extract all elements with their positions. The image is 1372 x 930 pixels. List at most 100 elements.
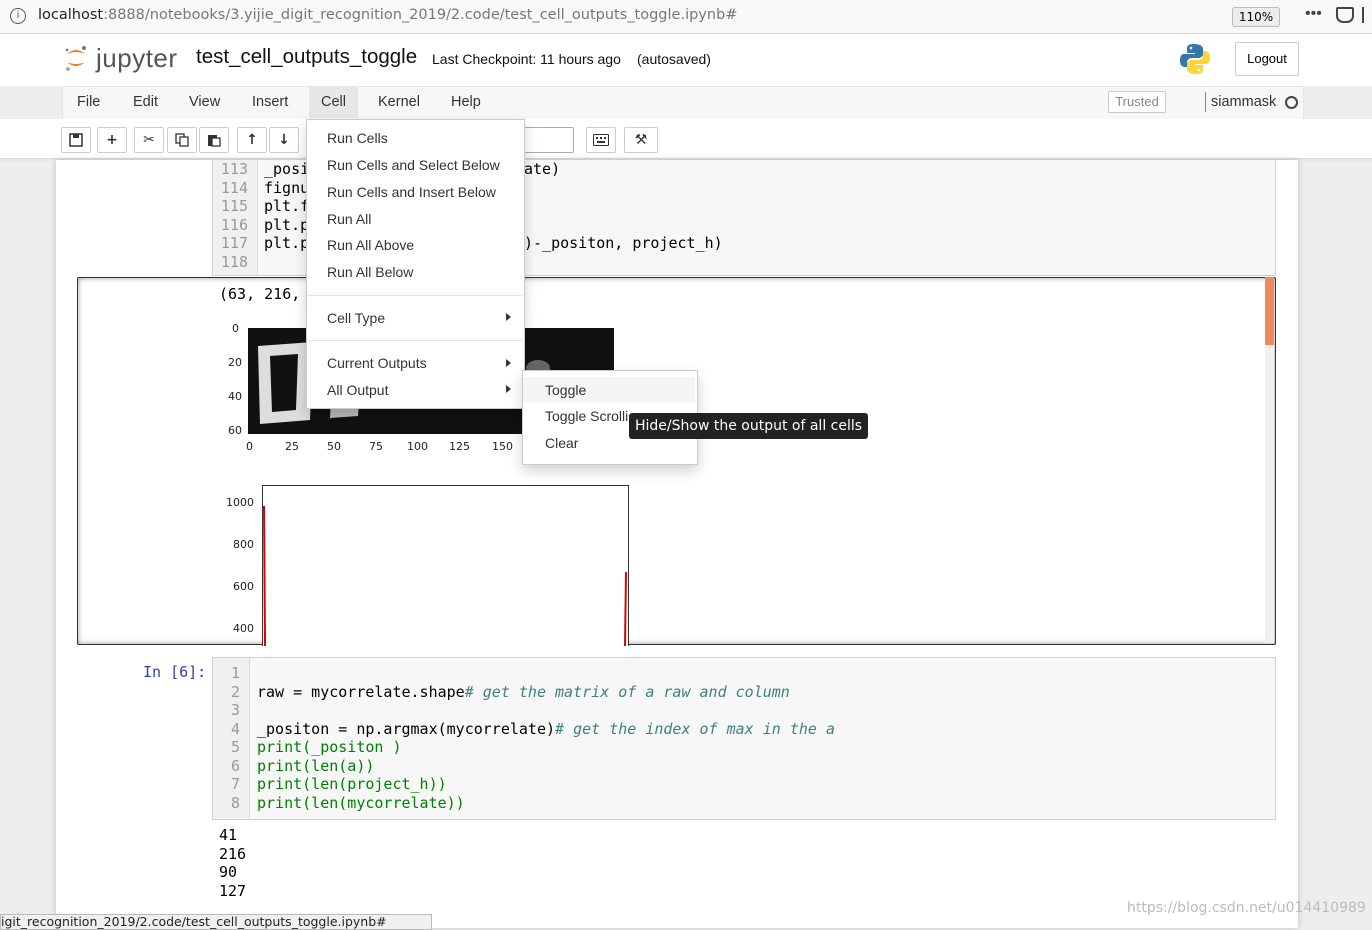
y-tick: 0 [232,322,239,335]
copy-button[interactable] [167,127,197,153]
menu-edit[interactable]: Edit [121,86,170,118]
watermark: https://blog.csdn.net/u014410989 [1127,900,1366,916]
plus-icon: + [106,132,118,148]
y-tick: 600 [233,580,254,593]
line-number: 6 [230,756,240,775]
menu-run-all-below[interactable]: Run All Below [327,264,413,280]
line-number: 8 [230,793,240,812]
notebook-name[interactable]: test_cell_outputs_toggle [196,45,417,69]
menu-cell[interactable]: Cell [309,86,358,118]
cell-type-select[interactable] [522,127,574,153]
x-tick: 0 [246,440,253,453]
y-tick: 800 [233,538,254,551]
checkpoint-status: Last Checkpoint: 11 hours ago [432,51,621,67]
y-tick: 400 [233,622,254,635]
jupyter-logo-icon[interactable] [64,44,88,72]
y-tick: 40 [228,390,242,403]
cut-icon: ✂ [143,132,155,148]
code-line: raw = mycorrelate.shape# get the matrix … [257,683,790,701]
move-down-button[interactable]: ↓ [269,127,299,153]
celltoolbar-button[interactable]: ⚒ [624,127,658,153]
y-tick: 60 [228,424,242,437]
submenu-arrow-icon [506,385,511,393]
output-line: 90 [219,863,238,881]
line-number: 116 [220,215,248,234]
menu-insert[interactable]: Insert [240,86,300,118]
save-button[interactable] [61,127,91,153]
menu-kernel[interactable]: Kernel [366,86,432,118]
code-comment: # get the matrix of a raw and column [464,683,790,701]
trusted-indicator[interactable]: Trusted [1108,91,1166,113]
output-scrollbar-thumb[interactable] [1265,277,1274,345]
hammer-icon: ⚒ [634,132,648,148]
code-line: print(len(mycorrelate)) [257,794,465,812]
kernel-idle-icon [1285,96,1298,109]
code-comment: # get the index of max in the a [555,720,835,738]
y-tick: 20 [228,356,242,369]
url-field[interactable]: localhost:8888/notebooks/3.yijie_digit_r… [38,7,737,23]
x-tick: 100 [407,440,428,453]
submenu-clear[interactable]: Clear [545,435,578,451]
save-icon [69,133,83,147]
input-prompt: In [6]: [143,663,207,681]
insert-cell-button[interactable]: + [97,127,127,153]
output-text: (63, 216, [219,285,301,303]
site-info-icon[interactable]: i [10,8,26,24]
copy-icon [175,133,189,147]
code-line: print(_positon ) [257,738,402,756]
menu-cell-type[interactable]: Cell Type [327,310,385,326]
command-palette-button[interactable] [586,127,616,153]
line-number: 5 [230,738,240,756]
zoom-level-badge[interactable]: 110% [1232,7,1280,27]
line-number: 117 [220,234,248,252]
code-line-tail: ate) [524,160,561,178]
kernel-name[interactable]: siammask [1211,94,1276,110]
menu-current-outputs[interactable]: Current Outputs [327,355,427,371]
x-tick: 150 [492,440,513,453]
line-number: 114 [220,178,248,197]
submenu-toggle[interactable]: Toggle [545,382,586,398]
pocket-icon[interactable] [1336,7,1354,23]
submenu-toggle-scrolling[interactable]: Toggle Scrolli [545,408,629,424]
submenu-arrow-icon [506,313,511,321]
menu-divider [307,340,522,341]
cut-button[interactable]: ✂ [134,127,164,153]
page-actions-icon[interactable]: ••• [1305,5,1322,23]
menu-run-cells-select-below[interactable]: Run Cells and Select Below [327,157,500,173]
autosave-status: (autosaved) [637,51,711,67]
logout-button[interactable]: Logout [1235,42,1299,76]
code-text: raw = mycorrelate.shape [257,683,465,701]
menu-run-all-above[interactable]: Run All Above [327,237,414,253]
menu-view[interactable]: View [177,86,232,118]
arrow-down-icon: ↓ [278,132,290,148]
menu-run-cells-insert-below[interactable]: Run Cells and Insert Below [327,184,496,200]
jupyter-logo-text[interactable]: jupyter [96,43,178,74]
submenu-arrow-icon [506,359,511,367]
code-line: print(len(project_h)) [257,775,447,793]
line-number: 4 [230,719,240,738]
output-line: 41 [219,826,238,844]
cell1-line-numbers: 113 114 115 116 117 118 [214,160,248,271]
paste-button[interactable] [199,127,229,153]
line-number: 2 [230,682,240,701]
code-line: plt.p [264,234,310,252]
y-tick: 1000 [226,496,254,509]
x-tick: 125 [449,440,470,453]
python-logo-icon [1180,44,1210,74]
output-text-area: 41 216 90 127 [219,826,246,900]
cell2-line-numbers: 1 2 3 4 5 6 7 8 [206,664,240,812]
line-number: 1 [230,664,240,682]
menu-run-all[interactable]: Run All [327,211,371,227]
url-host: localhost [38,7,104,23]
menu-help[interactable]: Help [439,86,493,118]
move-up-button[interactable]: ↑ [237,127,267,153]
code-line: plt.p [264,215,310,234]
menu-run-cells[interactable]: Run Cells [327,130,388,146]
output-line: 216 [219,844,247,863]
cell1-code[interactable]: _posi fignu plt.f plt.p plt.p [264,160,309,253]
code-line: print(len(a)) [257,757,375,775]
menu-file[interactable]: File [65,86,112,118]
sidebar-icon[interactable] [1362,7,1372,23]
projection-plot [262,485,629,647]
menu-all-output[interactable]: All Output [327,382,388,398]
